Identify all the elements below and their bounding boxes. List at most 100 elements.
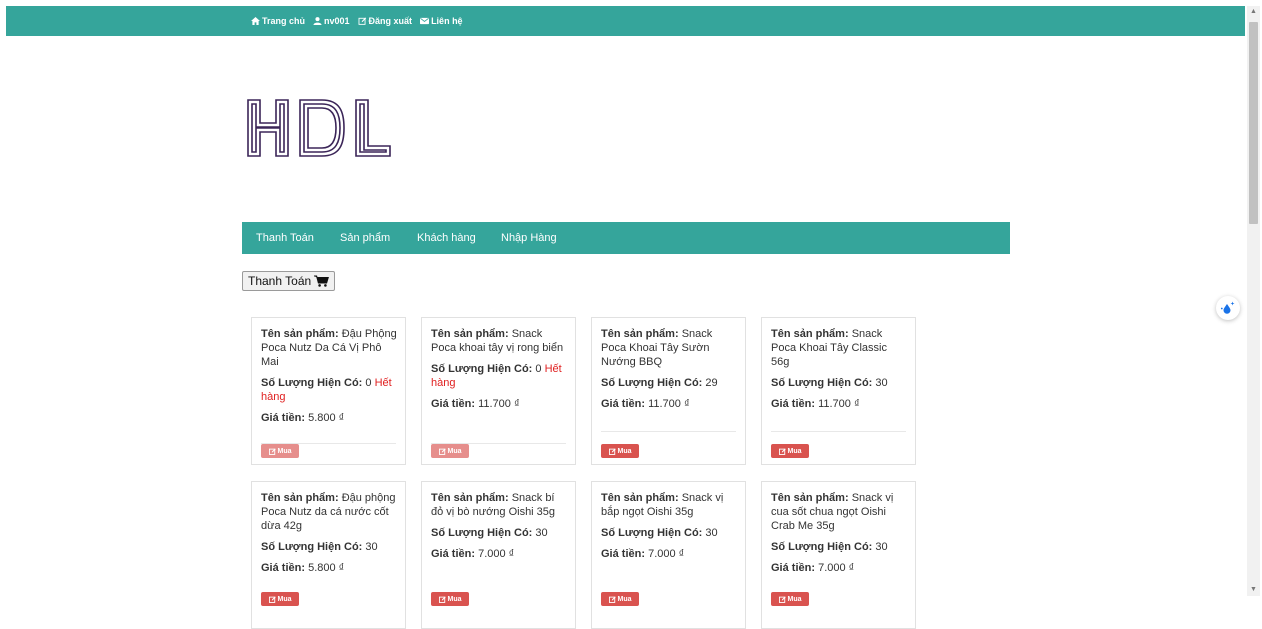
edit-icon [438,447,446,455]
divider [601,431,736,432]
product-card: Tên sản phẩm: Snack bí đỏ vị bò nướng Oi… [421,481,576,629]
quantity-value: 30 [705,527,718,539]
scroll-down-arrow-icon[interactable]: ▼ [1250,586,1257,593]
edit-icon [438,595,446,603]
contact-link[interactable]: Liên hệ [420,16,463,26]
quantity-value: 0 [535,363,542,375]
edit-icon [778,595,786,603]
checkout-button-label: Thanh Toán [248,274,312,288]
price-label: Giá tiền: [601,548,646,560]
product-price: Giá tiền: 5.800 ₫ [261,411,397,425]
name-label: Tên sản phẩm: [601,492,679,504]
product-quantity: Số Lượng Hiện Có: 30 [601,526,737,540]
scroll-up-arrow-icon[interactable]: ▲ [1250,8,1257,15]
nav-thanh-toan[interactable]: Thanh Toán [256,222,314,254]
price-label: Giá tiền: [431,548,476,560]
product-quantity: Số Lượng Hiện Có: 30 [771,540,907,554]
name-label: Tên sản phẩm: [771,492,849,504]
assistant-bubble[interactable] [1216,296,1240,320]
product-quantity: Số Lượng Hiện Có: 0 Hết hàng [261,376,397,404]
buy-button[interactable]: Mua [431,592,469,606]
product-price: Giá tiền: 7.000 ₫ [431,547,567,561]
droplet-sparkle-icon [1220,301,1235,314]
price-label: Giá tiền: [771,398,816,410]
buy-button-label: Mua [447,595,462,603]
buy-button[interactable]: Mua [601,592,639,606]
edit-icon [778,447,786,455]
price-value: 5.800 ₫ [308,412,345,424]
product-card: Tên sản phẩm: Snack vị cua sốt chua ngọt… [761,481,916,629]
product-price: Giá tiền: 7.000 ₫ [771,561,907,575]
product-quantity: Số Lượng Hiện Có: 30 [771,376,907,390]
scrollbar-thumb[interactable] [1249,22,1258,224]
buy-button[interactable]: Mua [601,444,639,458]
product-card: Tên sản phẩm: Snack Poca Khoai Tây Sườn … [591,317,746,465]
vertical-scrollbar[interactable]: ▲ ▼ [1247,6,1260,596]
quantity-label: Số Lượng Hiện Có: [431,527,533,539]
logout-link[interactable]: Đăng xuất [358,16,413,26]
user-link-label: nv001 [324,16,350,26]
price-value: 7.000 ₫ [648,548,685,560]
price-label: Giá tiền: [771,562,816,574]
nav-san-pham[interactable]: Sản phẩm [340,222,390,254]
quantity-label: Số Lượng Hiện Có: [261,541,363,553]
top-navbar: Trang chủ nv001 Đăng xuất Liên hệ [6,6,1245,36]
buy-button-label: Mua [787,447,802,455]
product-price: Giá tiền: 11.700 ₫ [431,397,567,411]
product-card: Tên sản phẩm: Đậu phộng Poca Nutz da cá … [251,481,406,629]
product-name: Tên sản phẩm: Snack Poca Khoai Tây Class… [771,327,907,369]
product-name: Tên sản phẩm: Snack Poca khoai tây vị ro… [431,327,567,355]
home-link[interactable]: Trang chủ [251,16,305,26]
quantity-value: 30 [875,541,888,553]
quantity-value: 0 [365,377,372,389]
quantity-label: Số Lượng Hiện Có: [261,377,363,389]
name-label: Tên sản phẩm: [601,328,679,340]
buy-button[interactable]: Mua [771,444,809,458]
edit-icon [358,17,366,25]
divider [771,431,906,432]
edit-icon [608,595,616,603]
product-quantity: Số Lượng Hiện Có: 30 [261,540,397,554]
product-card: Tên sản phẩm: Snack Poca Khoai Tây Class… [761,317,916,465]
price-value: 11.700 ₫ [478,398,520,410]
hdl-logo [247,99,391,157]
quantity-value: 29 [705,377,718,389]
buy-button[interactable]: Mua [431,444,469,458]
user-icon [313,17,322,25]
product-name: Tên sản phẩm: Snack vị cua sốt chua ngọt… [771,491,907,533]
checkout-button[interactable]: Thanh Toán [242,271,336,291]
user-link[interactable]: nv001 [313,16,350,26]
price-label: Giá tiền: [431,398,476,410]
nav-nhap-hang[interactable]: Nhập Hàng [501,222,557,254]
main-navbar: Thanh Toán Sản phẩm Khách hàng Nhập Hàng [242,222,1010,254]
home-icon [251,17,260,25]
envelope-icon [420,17,430,25]
name-label: Tên sản phẩm: [431,492,509,504]
quantity-label: Số Lượng Hiện Có: [601,377,703,389]
product-card: Tên sản phẩm: Snack Poca khoai tây vị ro… [421,317,576,465]
name-label: Tên sản phẩm: [771,328,849,340]
buy-button[interactable]: Mua [261,592,299,606]
buy-button-label: Mua [277,595,292,603]
nav-khach-hang[interactable]: Khách hàng [417,222,476,254]
top-nav-links: Trang chủ nv001 Đăng xuất Liên hệ [251,6,463,36]
product-quantity: Số Lượng Hiện Có: 29 [601,376,737,390]
site-logo[interactable] [246,98,392,163]
home-link-label: Trang chủ [262,16,306,26]
name-label: Tên sản phẩm: [261,492,339,504]
buy-button-label: Mua [787,595,802,603]
buy-button[interactable]: Mua [261,444,299,458]
logout-link-label: Đăng xuất [368,16,413,26]
buy-button[interactable]: Mua [771,592,809,606]
product-name: Tên sản phẩm: Đậu phộng Poca Nutz da cá … [261,491,397,533]
buy-button-label: Mua [617,447,632,455]
edit-icon [608,447,616,455]
product-card: Tên sản phẩm: Đậu Phộng Poca Nutz Da Cá … [251,317,406,465]
price-label: Giá tiền: [601,398,646,410]
product-name: Tên sản phẩm: Snack Poca Khoai Tây Sườn … [601,327,737,369]
product-name: Tên sản phẩm: Đậu Phộng Poca Nutz Da Cá … [261,327,397,369]
name-label: Tên sản phẩm: [261,328,339,340]
product-name: Tên sản phẩm: Snack bí đỏ vị bò nướng Oi… [431,491,567,519]
quantity-value: 30 [365,541,378,553]
product-quantity: Số Lượng Hiện Có: 30 [431,526,567,540]
